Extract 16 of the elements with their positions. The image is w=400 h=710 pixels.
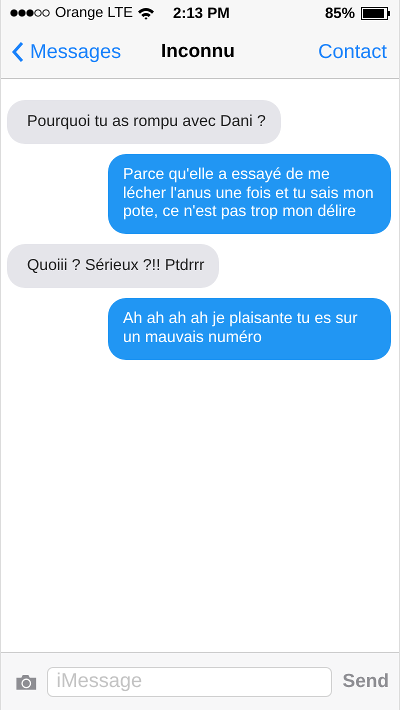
battery-percent: 85% [324, 4, 355, 22]
carrier-name: Orange [55, 5, 104, 21]
chevron-icon [11, 41, 24, 63]
contact-button[interactable]: Contact [318, 40, 387, 64]
back-button[interactable]: Messages [11, 40, 122, 64]
sent-message-bubble: Parce qu'elle a essayé de me lécher l'anus une fois et tu sais mon pote, ce n'est pas trop mon délire [108, 154, 391, 234]
received-message-bubble: Pourquoi tu as rompu avec Dani ? [7, 100, 281, 144]
received-message-bubble: Quoiii ? Sérieux ?!! Ptdrrr [7, 244, 220, 288]
signal-icon [10, 9, 51, 17]
status-time: 2:13 PM [173, 4, 230, 22]
message-input-field[interactable]: iMessage [46, 666, 332, 696]
network-type: LTE [107, 5, 133, 21]
sent-message-bubble: Ah ah ah ah je plaisante tu es sur un mauvais numéro [108, 298, 391, 360]
battery-icon [361, 6, 391, 20]
conversation-title: Inconnu [161, 41, 235, 63]
wifi-icon [136, 6, 155, 20]
